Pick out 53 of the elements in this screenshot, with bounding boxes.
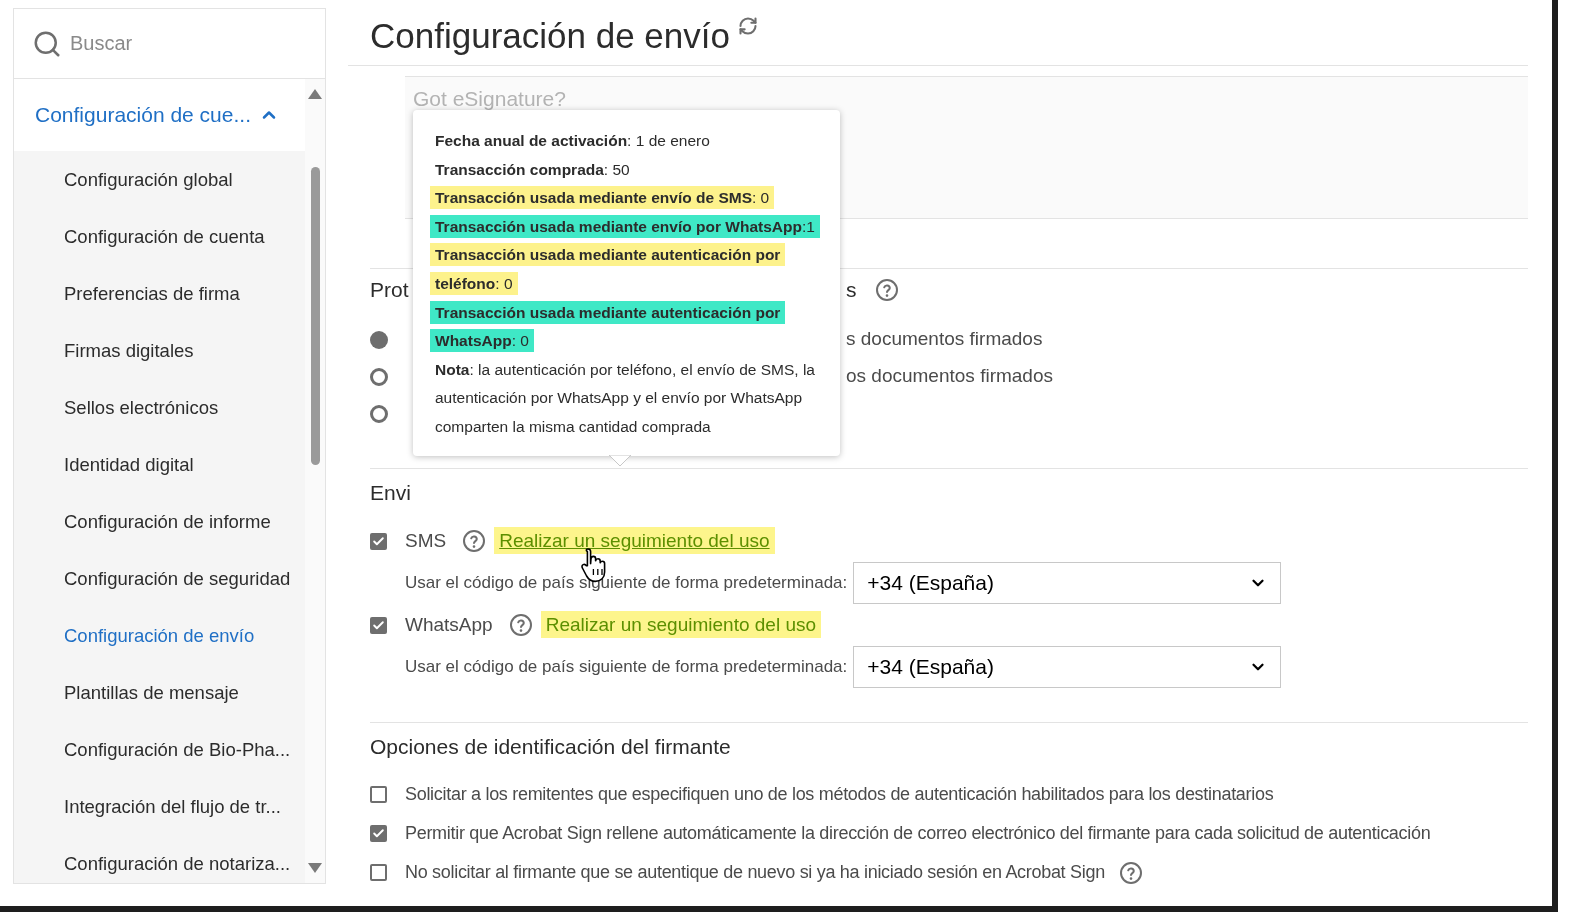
sidebar-item[interactable]: Plantillas de mensaje	[14, 664, 305, 721]
scroll-up-icon[interactable]	[308, 89, 322, 99]
checkbox[interactable]	[370, 864, 387, 881]
channel-label: WhatsApp	[405, 612, 493, 637]
radio-button[interactable]	[370, 404, 388, 423]
radio-label: s documentos firmados	[846, 327, 1043, 352]
sidebar-item[interactable]: Preferencias de firma	[14, 265, 305, 322]
page-title: Configuración de envío	[370, 15, 730, 57]
checkbox[interactable]	[370, 532, 387, 550]
help-icon[interactable]	[462, 529, 487, 553]
sidebar-item[interactable]: Firmas digitales	[14, 322, 305, 379]
help-icon[interactable]	[508, 613, 533, 637]
sidebar-item[interactable]: Configuración de notariza...	[14, 835, 305, 883]
radio-button[interactable]	[370, 367, 388, 386]
section-heading: Envi	[370, 480, 410, 503]
sidebar-item[interactable]: Configuración de Bio-Pha...	[14, 721, 305, 778]
checkbox-label: Solicitar a los remitentes que especifiquen uno de los métodos de autenticación habilitados para los destinatarios	[405, 783, 1274, 806]
radio-button[interactable]	[370, 330, 388, 349]
checkbox[interactable]	[370, 825, 387, 842]
section-heading: Opciones de identificación del firmante	[370, 734, 732, 757]
section-heading: Prot	[370, 277, 409, 304]
scrollbar[interactable]	[305, 79, 325, 883]
country-code-select[interactable]: +34 (España)	[853, 646, 1282, 688]
tooltip-note: Nota: la autenticación por teléfono, el envío de SMS, la autenticación por WhatsApp y el envío por WhatsApp comparten la misma cantidad comprada	[434, 359, 816, 437]
help-icon[interactable]	[874, 278, 899, 302]
checkmark-icon	[372, 618, 385, 632]
checkmark-icon	[372, 534, 385, 548]
search-field[interactable]: Buscar	[70, 23, 290, 64]
radio-label: os documentos firmados	[846, 364, 1053, 389]
checkbox[interactable]	[370, 786, 387, 803]
country-code-label: Usar el código de país siguiente de forma predeterminada:	[405, 572, 848, 595]
refresh-icon[interactable]	[737, 16, 758, 36]
country-code-select[interactable]: +34 (España)	[853, 562, 1282, 604]
sidebar-item[interactable]: Integración del flujo de tr...	[14, 778, 305, 835]
country-code-label: Usar el código de país siguiente de forma predeterminada:	[405, 656, 848, 679]
usage-line: Transacción comprada: 50	[434, 159, 631, 180]
sidebar-item[interactable]: Sellos electrónicos	[14, 379, 305, 436]
checkbox-label: Permitir que Acrobat Sign rellene automáticamente la dirección de correo electrónico del firmante para cada solicitud de autenticación	[405, 822, 1431, 845]
section-heading: s	[846, 277, 857, 304]
sidebar-item[interactable]: Configuración de envío	[14, 607, 305, 664]
channel-label: SMS	[405, 528, 447, 553]
help-icon[interactable]	[1118, 860, 1143, 885]
sidebar-item[interactable]: Configuración global	[14, 151, 305, 208]
scroll-down-icon[interactable]	[308, 863, 322, 873]
sidebar-item[interactable]: Configuración de informe	[14, 493, 305, 550]
sidebar-item[interactable]: Configuración de cuenta	[14, 208, 305, 265]
scroll-thumb[interactable]	[310, 167, 320, 465]
sidebar-item[interactable]: Configuración de seguridad	[14, 550, 305, 607]
sidebar-item[interactable]: Identidad digital	[14, 436, 305, 493]
checkbox[interactable]	[370, 616, 387, 634]
checkbox-label: No solicitar al firmante que se autentique de nuevo si ya ha iniciado sesión en Acrobat Sign	[405, 861, 1105, 884]
checkmark-icon	[372, 827, 385, 840]
usage-line: Fecha anual de activación: 1 de enero	[434, 131, 711, 151]
